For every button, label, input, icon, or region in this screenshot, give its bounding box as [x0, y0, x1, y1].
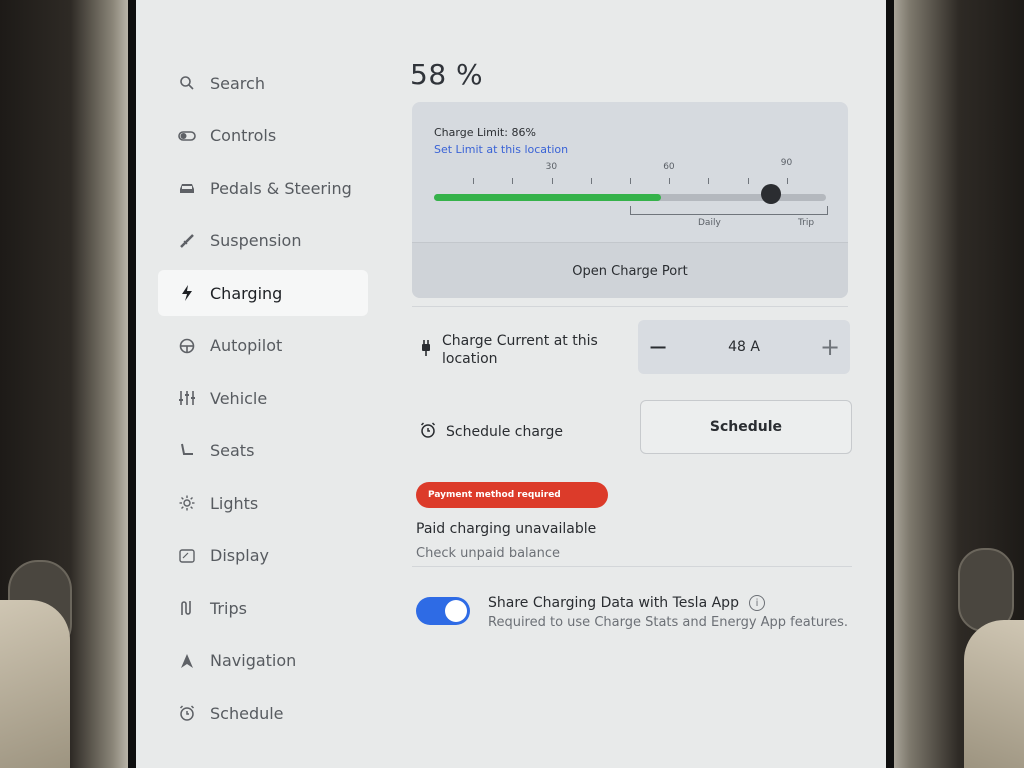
sidebar-item-label: Navigation	[210, 651, 297, 670]
payment-required-badge: Payment method required	[416, 482, 608, 508]
car-bezel-left	[0, 0, 128, 768]
bolt-icon	[178, 284, 196, 302]
check-balance-link[interactable]: Check unpaid balance	[416, 546, 560, 561]
sidebar-item-vehicle[interactable]: Vehicle	[158, 375, 368, 421]
schedule-charge-row: Schedule charge	[420, 422, 563, 442]
share-data-description: Required to use Charge Stats and Energy …	[488, 615, 849, 630]
slider-tick	[708, 178, 710, 184]
sliders-icon	[178, 389, 196, 407]
sidebar-item-controls[interactable]: Controls	[158, 113, 368, 159]
battery-percent: 58 %	[410, 58, 484, 91]
share-data-toggle[interactable]	[416, 597, 470, 625]
sidebar-item-label: Schedule	[210, 703, 284, 723]
divider	[412, 566, 852, 567]
charge-current-stepper: − 48 A +	[638, 320, 850, 374]
range-label-daily: Daily	[698, 218, 721, 228]
sidebar-item-label: Trips	[210, 598, 247, 618]
schedule-charge-label: Schedule charge	[446, 424, 563, 440]
seat-icon	[178, 442, 196, 460]
sidebar-item-display[interactable]: Display	[158, 533, 368, 579]
display-icon	[178, 547, 196, 565]
sun-icon	[178, 494, 196, 512]
car-bezel-right	[894, 0, 1024, 768]
slider-tick	[669, 178, 671, 184]
open-charge-port-button[interactable]: Open Charge Port	[412, 242, 848, 298]
sidebar-item-label: Display	[210, 546, 269, 565]
charge-limit-slider-handle[interactable]	[761, 184, 782, 204]
paid-charging-title: Paid charging unavailable	[416, 521, 597, 537]
sidebar-item-pedals-steering[interactable]: Pedals & Steering	[158, 165, 368, 211]
sidebar-item-label: Suspension	[210, 231, 302, 250]
steering-wheel-icon	[178, 337, 196, 355]
charge-limit-card: Charge Limit: 86% Set Limit at this loca…	[412, 102, 848, 298]
schedule-button[interactable]: Schedule	[640, 400, 852, 454]
sidebar-item-suspension[interactable]: Suspension	[158, 218, 368, 264]
toggle-icon	[178, 127, 196, 145]
sidebar-item-label: Pedals & Steering	[210, 178, 352, 198]
divider	[412, 306, 848, 307]
sidebar-item-trips[interactable]: Trips	[158, 585, 368, 631]
share-data-row: Share Charging Data with Tesla App i	[488, 595, 765, 611]
increase-current-button[interactable]: +	[810, 320, 850, 374]
suspension-icon	[178, 232, 196, 250]
trips-icon	[178, 599, 196, 617]
charge-current-row: Charge Current at this location	[420, 332, 602, 368]
alarm-clock-icon	[420, 422, 436, 442]
info-icon[interactable]: i	[748, 595, 765, 611]
charge-level-fill	[434, 194, 662, 201]
slider-tick	[512, 178, 514, 184]
sidebar-item-label: Lights	[210, 493, 259, 513]
slider-tick-label: 90	[780, 158, 793, 168]
decrease-current-button[interactable]: −	[638, 320, 678, 374]
sidebar-item-autopilot[interactable]: Autopilot	[158, 323, 368, 369]
slider-tick	[590, 178, 592, 184]
sidebar-item-label: Charging	[210, 283, 283, 303]
daily-trip-bracket	[630, 206, 828, 215]
sidebar-item-seats[interactable]: Seats	[158, 428, 368, 474]
sidebar-item-label: Autopilot	[210, 336, 283, 355]
sidebar-item-navigation[interactable]: Navigation	[158, 638, 368, 684]
slider-tick	[551, 178, 553, 184]
plug-icon	[420, 339, 432, 361]
set-limit-link[interactable]: Set Limit at this location	[434, 143, 568, 156]
toggle-knob	[445, 600, 467, 622]
seat-right	[964, 620, 1024, 768]
settings-sidebar: Search Controls Pedals & Steering Suspen…	[158, 60, 368, 743]
share-data-title: Share Charging Data with Tesla App	[488, 595, 739, 611]
sidebar-item-label: Vehicle	[210, 388, 268, 408]
charge-current-value: 48 A	[728, 339, 760, 355]
slider-tick	[786, 178, 788, 184]
seat-left	[0, 600, 70, 768]
sidebar-item-label: Search	[210, 73, 265, 93]
charge-limit-title: Charge Limit: 86%	[434, 126, 536, 139]
slider-tick-label: 60	[663, 162, 675, 172]
touchscreen: Search Controls Pedals & Steering Suspen…	[128, 0, 894, 768]
slider-tick	[747, 178, 749, 184]
alarm-clock-icon	[178, 704, 196, 722]
slider-tick	[630, 178, 631, 184]
sidebar-item-label: Controls	[210, 126, 277, 145]
sidebar-item-lights[interactable]: Lights	[158, 480, 368, 526]
navigation-arrow-icon	[178, 652, 196, 670]
sidebar-item-label: Seats	[210, 441, 255, 460]
car-icon	[178, 179, 196, 197]
sidebar-item-charging[interactable]: Charging	[158, 270, 368, 316]
range-label-trip: Trip	[798, 218, 815, 228]
search-icon	[178, 74, 196, 92]
slider-tick-label: 30	[545, 162, 558, 172]
charge-current-label: Charge Current at this location	[442, 333, 598, 367]
sidebar-item-search[interactable]: Search	[158, 60, 368, 106]
slider-tick	[473, 178, 475, 184]
sidebar-item-schedule[interactable]: Schedule	[158, 690, 368, 736]
